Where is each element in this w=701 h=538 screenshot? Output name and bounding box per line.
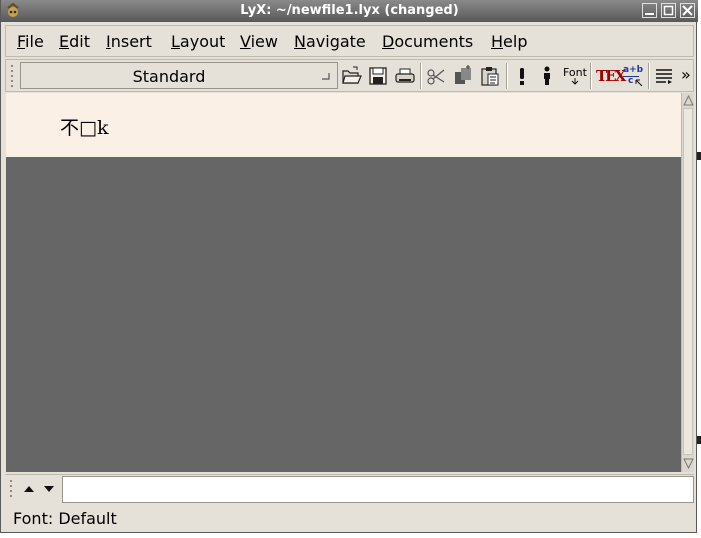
math-mode-button[interactable]: a+b c: [621, 64, 645, 88]
history-up-arrow-icon[interactable]: [23, 484, 35, 494]
window-edge-mark: [697, 436, 701, 444]
toolbar-separator: [420, 63, 422, 89]
scroll-up-arrow-icon[interactable]: [683, 94, 694, 107]
math-fraction-bottom: c: [628, 76, 634, 86]
exclamation-icon: [520, 68, 524, 85]
menu-file-mnemonic: F: [17, 32, 26, 51]
open-folder-icon: [342, 66, 362, 84]
paste-button[interactable]: [479, 64, 501, 88]
maximize-button[interactable]: [661, 3, 676, 18]
menu-insert[interactable]: Insert: [106, 32, 152, 51]
save-disk-icon: [369, 67, 387, 85]
scroll-down-arrow-icon[interactable]: [683, 457, 694, 470]
vertical-scrollbar[interactable]: [681, 93, 694, 472]
menu-layout-mnemonic: L: [171, 32, 180, 51]
cut-button[interactable]: [425, 64, 447, 88]
menu-layout-label: ayout: [179, 32, 226, 51]
menu-insert-label: nsert: [110, 32, 152, 51]
window-edge-mark: [697, 152, 701, 160]
scrollbar-thumb[interactable]: [683, 108, 693, 455]
emphasize-button[interactable]: [511, 64, 533, 88]
printer-icon: [395, 68, 415, 83]
command-input[interactable]: [62, 476, 694, 503]
person-icon: [544, 66, 550, 85]
toolbar-separator: [506, 63, 508, 89]
lyx-window: LyX: ~/newfile1.lyx (changed) File Edit …: [0, 0, 698, 533]
status-text: Font: Default: [13, 509, 117, 528]
toolbar: Standard Font TEX a+b c »: [5, 59, 694, 92]
title-bar[interactable]: LyX: ~/newfile1.lyx (changed): [1, 0, 698, 22]
window-title: LyX: ~/newfile1.lyx (changed): [240, 3, 459, 18]
maximize-icon: [663, 5, 674, 16]
scissors-icon: [427, 69, 445, 85]
close-button[interactable]: [680, 3, 695, 18]
save-button[interactable]: [367, 64, 389, 88]
menu-navigate-mnemonic: N: [294, 32, 306, 51]
history-down-arrow-icon[interactable]: [43, 484, 55, 494]
minibuffer-grip-handle[interactable]: [9, 478, 14, 502]
math-fraction-top: a+b: [623, 65, 644, 75]
menu-edit-mnemonic: E: [59, 32, 70, 51]
menu-file-label: ile: [25, 32, 44, 51]
menu-help-mnemonic: H: [491, 32, 504, 51]
combo-arrow-icon: [322, 73, 330, 80]
paragraph-layout-value: Standard: [132, 67, 206, 86]
open-file-button[interactable]: [340, 64, 362, 88]
copy-button[interactable]: [452, 64, 474, 88]
menu-navigate[interactable]: Navigate: [294, 32, 366, 51]
document-page[interactable]: 不□k: [6, 93, 681, 157]
toolbar-separator: [590, 63, 592, 89]
toolbar-grip-handle[interactable]: [10, 63, 15, 88]
table-of-contents-button[interactable]: [653, 64, 675, 88]
menu-documents-label: ocuments: [394, 32, 474, 51]
paste-clipboard-icon: [481, 67, 499, 86]
menu-view[interactable]: View: [240, 32, 278, 51]
tex-mode-button[interactable]: TEX: [595, 64, 626, 88]
document-text[interactable]: 不□k: [60, 113, 108, 140]
menu-documents[interactable]: Documents: [382, 32, 473, 51]
minibuffer: [5, 474, 694, 503]
menu-navigate-label: avigate: [305, 32, 366, 51]
document-workarea[interactable]: 不□k: [6, 93, 681, 472]
menu-view-label: iew: [250, 32, 278, 51]
menu-view-mnemonic: V: [240, 32, 251, 51]
noun-button[interactable]: [536, 64, 558, 88]
font-arrow-icon: [571, 78, 579, 85]
toc-list-icon: [656, 69, 672, 84]
menu-help-label: elp: [503, 32, 528, 51]
math-cursor-icon: [635, 79, 643, 87]
menu-layout[interactable]: Layout: [171, 32, 225, 51]
menu-edit[interactable]: Edit: [59, 32, 90, 51]
minimize-button[interactable]: [642, 3, 657, 18]
paragraph-layout-select[interactable]: Standard: [20, 62, 338, 89]
toolbar-overflow-button[interactable]: »: [681, 65, 691, 84]
tex-mode-label: TEX: [596, 67, 626, 85]
menu-file[interactable]: File: [17, 32, 44, 51]
minimize-icon: [645, 13, 654, 15]
status-bar: Font: Default: [5, 506, 694, 531]
menu-documents-mnemonic: D: [382, 32, 395, 51]
menu-edit-label: dit: [69, 32, 90, 51]
font-button[interactable]: Font: [562, 64, 588, 88]
print-button[interactable]: [394, 64, 416, 88]
copy-icon: [455, 65, 471, 84]
toolbar-separator: [648, 63, 650, 89]
close-icon: [682, 5, 693, 16]
menu-bar: File Edit Insert Layout View Navigate Do…: [5, 25, 694, 57]
menu-help[interactable]: Help: [491, 32, 527, 51]
